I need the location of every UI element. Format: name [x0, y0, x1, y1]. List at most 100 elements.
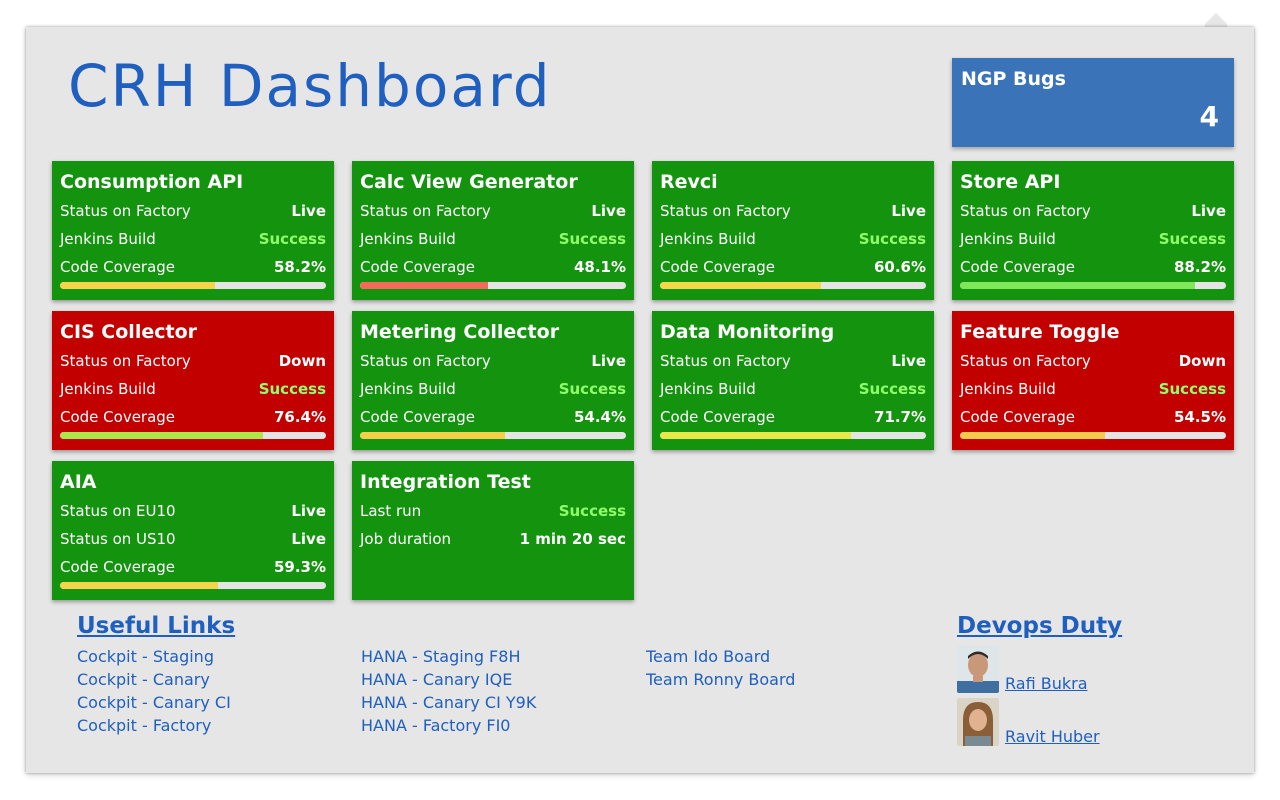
metric-value: 1 min 20 sec [519, 530, 626, 548]
card-title: AIA [60, 471, 97, 493]
status-card[interactable]: AIA Status on EU10 Live Status on US10 Live C… [52, 461, 334, 600]
card-metric-row: Code Coverage 60.6% [660, 253, 926, 281]
metric-label: Status on Factory [360, 352, 491, 370]
card-metric-row: Status on Factory Down [960, 347, 1226, 375]
metric-value: 54.5% [1173, 408, 1226, 426]
metric-value: Live [1191, 202, 1226, 220]
card-title: Store API [960, 171, 1061, 193]
card-metric-row: Status on Factory Live [360, 347, 626, 375]
links-column: Team Ido Board Team Ronny Board [646, 646, 795, 692]
card-metric-row: Jenkins Build Success [960, 225, 1226, 253]
status-card[interactable]: Revci Status on Factory Live Jenkins Build S… [652, 161, 934, 300]
metric-value: 60.6% [873, 258, 926, 276]
links-column: HANA - Staging F8H HANA - Canary IQE HANA … [361, 646, 536, 738]
metric-label: Code Coverage [360, 408, 476, 426]
card-metric-row: Status on Factory Live [960, 197, 1226, 225]
coverage-bar [360, 282, 626, 289]
status-card[interactable]: Metering Collector Status on Factory Live J… [352, 311, 634, 450]
metric-label: Status on EU10 [60, 502, 176, 520]
metric-label: Code Coverage [960, 408, 1076, 426]
metric-label: Jenkins Build [960, 380, 1056, 398]
metric-value: Live [591, 352, 626, 370]
links-column: Cockpit - Staging Cockpit - Canary Cockpit… [77, 646, 231, 738]
metric-label: Code Coverage [660, 408, 776, 426]
card-metric-row: Last run Success [360, 497, 626, 525]
ngp-bugs-title: NGP Bugs [961, 68, 1066, 90]
useful-links-title: Useful Links [77, 613, 236, 639]
useful-link[interactable]: HANA - Canary IQE [361, 669, 536, 692]
status-card[interactable]: Feature Toggle Status on Factory Down Jenki… [952, 311, 1234, 450]
card-metric-row: Status on Factory Live [660, 197, 926, 225]
status-card[interactable]: Integration Test Last run Success Job durat… [352, 461, 634, 600]
status-card[interactable]: Calc View Generator Status on Factory Live… [352, 161, 634, 300]
metric-label: Jenkins Build [360, 230, 456, 248]
card-title: Revci [660, 171, 718, 193]
useful-link[interactable]: Cockpit - Factory [77, 715, 231, 738]
useful-link[interactable]: Cockpit - Canary CI [77, 692, 231, 715]
metric-label: Status on Factory [960, 352, 1091, 370]
coverage-bar [360, 432, 626, 439]
metric-value: Live [591, 202, 626, 220]
card-metric-row: Jenkins Build Success [660, 375, 926, 403]
card-metric-row: Jenkins Build Success [360, 225, 626, 253]
card-metric-row: Status on Factory Live [660, 347, 926, 375]
card-title: CIS Collector [60, 321, 197, 343]
useful-link[interactable]: HANA - Factory FI0 [361, 715, 536, 738]
status-card[interactable]: Consumption API Status on Factory Live Jenk… [52, 161, 334, 300]
card-metric-row: Jenkins Build Success [360, 375, 626, 403]
metric-value: 88.2% [1173, 258, 1226, 276]
metric-value: Live [891, 352, 926, 370]
coverage-bar-fill [60, 582, 218, 589]
metric-value: Success [558, 230, 626, 248]
card-metric-row: Code Coverage 59.3% [60, 553, 326, 581]
ngp-bugs-tile[interactable]: NGP Bugs 4 [952, 58, 1234, 147]
coverage-bar-fill [60, 282, 215, 289]
metric-label: Code Coverage [60, 408, 176, 426]
card-metric-row: Status on Factory Down [60, 347, 326, 375]
devops-person-link[interactable]: Ravit Huber [1005, 728, 1100, 746]
coverage-bar [60, 582, 326, 589]
metric-label: Jenkins Build [60, 230, 156, 248]
metric-value: 71.7% [873, 408, 926, 426]
metric-label: Status on Factory [660, 202, 791, 220]
status-card[interactable]: Store API Status on Factory Live Jenkins Bu… [952, 161, 1234, 300]
useful-link[interactable]: HANA - Staging F8H [361, 646, 536, 669]
coverage-bar [960, 432, 1226, 439]
card-metric-row: Code Coverage 54.5% [960, 403, 1226, 431]
card-metric-row: Code Coverage 48.1% [360, 253, 626, 281]
useful-link[interactable]: HANA - Canary CI Y9K [361, 692, 536, 715]
card-title: Consumption API [60, 171, 244, 193]
status-card[interactable]: CIS Collector Status on Factory Down Jenkin… [52, 311, 334, 450]
card-metric-row: Jenkins Build Success [60, 375, 326, 403]
coverage-bar-fill [660, 282, 822, 289]
metric-value: Down [1178, 352, 1226, 370]
useful-link[interactable]: Cockpit - Staging [77, 646, 231, 669]
card-title: Integration Test [360, 471, 531, 493]
card-metric-row: Status on EU10 Live [60, 497, 326, 525]
card-metric-row: Code Coverage 58.2% [60, 253, 326, 281]
card-metric-row: Status on US10 Live [60, 525, 326, 553]
person-photo-icon [957, 645, 999, 693]
useful-link[interactable]: Cockpit - Canary [77, 669, 231, 692]
metric-value: 58.2% [273, 258, 326, 276]
page-title: CRH Dashboard [68, 52, 552, 120]
metric-value: Live [291, 202, 326, 220]
useful-link[interactable]: Team Ronny Board [646, 669, 795, 692]
metric-value: Down [278, 352, 326, 370]
metric-label: Jenkins Build [660, 230, 756, 248]
metric-label: Code Coverage [60, 558, 176, 576]
coverage-bar [60, 282, 326, 289]
card-metric-row: Status on Factory Live [360, 197, 626, 225]
devops-duty-title: Devops Duty [957, 613, 1123, 639]
card-metric-row: Jenkins Build Success [960, 375, 1226, 403]
useful-link[interactable]: Team Ido Board [646, 646, 795, 669]
metric-label: Code Coverage [60, 258, 176, 276]
devops-person-link[interactable]: Rafi Bukra [1005, 675, 1088, 693]
status-card[interactable]: Data Monitoring Status on Factory Live Jenk… [652, 311, 934, 450]
card-title: Calc View Generator [360, 171, 578, 193]
coverage-bar-fill [360, 282, 488, 289]
metric-value: 59.3% [273, 558, 326, 576]
card-metric-row: Jenkins Build Success [660, 225, 926, 253]
coverage-bar-fill [660, 432, 851, 439]
metric-label: Jenkins Build [660, 380, 756, 398]
